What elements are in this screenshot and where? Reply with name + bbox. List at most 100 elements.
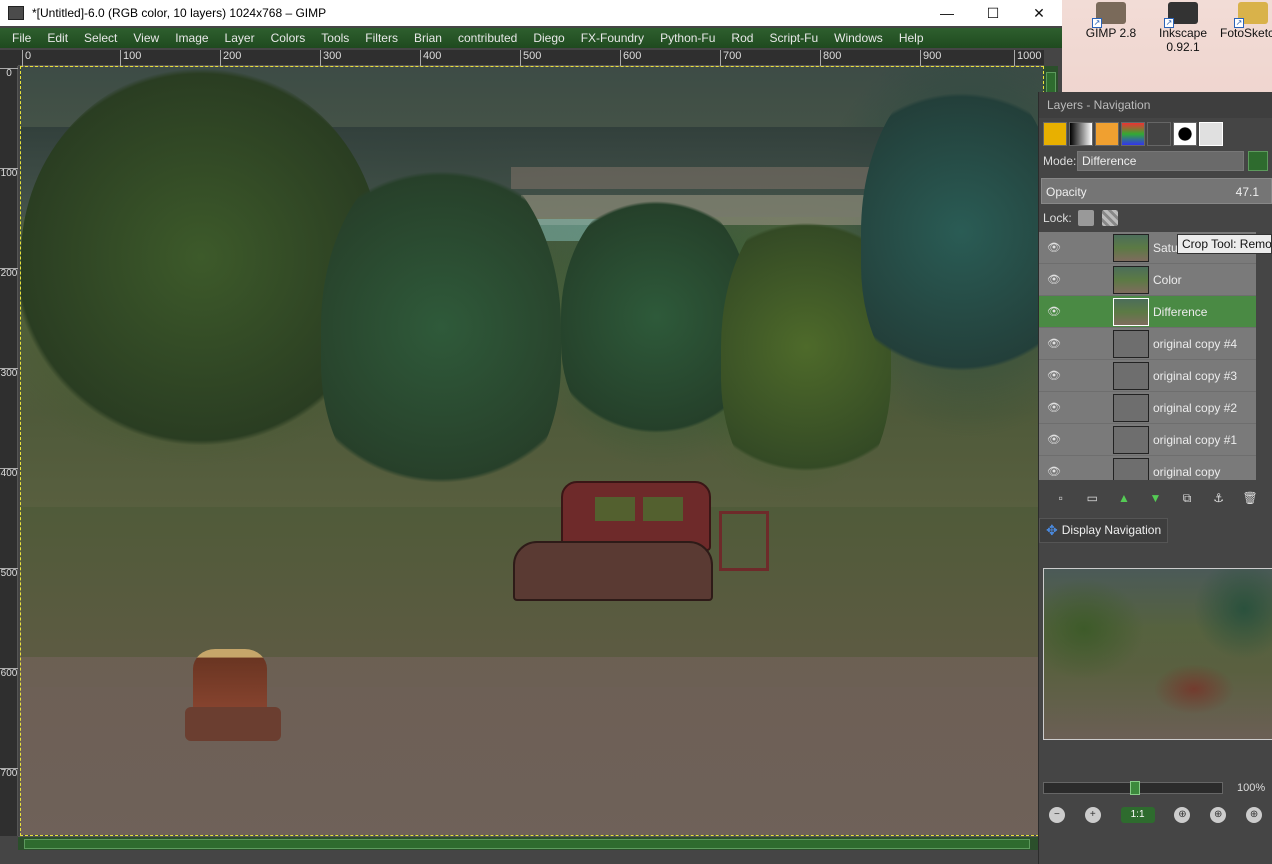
ruler-corner[interactable]	[0, 50, 18, 66]
menu-help[interactable]: Help	[891, 31, 932, 45]
ruler-tick: 400	[0, 468, 18, 479]
zoom-in-icon[interactable]: +	[1084, 807, 1101, 823]
minimize-button[interactable]: —	[924, 0, 970, 26]
layer-name: Difference	[1153, 304, 1208, 319]
mode-label: Mode:	[1043, 154, 1077, 168]
shrink-wrap-icon[interactable]: ⊕	[1246, 807, 1263, 823]
horizontal-ruler[interactable]: 0 100 200 300 400 500 600 700 800 900 10…	[18, 50, 1044, 66]
paths-tab-icon[interactable]	[1147, 122, 1171, 146]
visibility-eye-icon[interactable]: 👁	[1039, 305, 1069, 318]
menu-filters[interactable]: Filters	[357, 31, 406, 45]
menu-rod[interactable]: Rod	[723, 31, 761, 45]
menu-image[interactable]: Image	[167, 31, 216, 45]
ruler-tick: 300	[0, 368, 18, 379]
menu-view[interactable]: View	[125, 31, 167, 45]
close-button[interactable]: ✕	[1016, 0, 1062, 26]
menu-script-fu[interactable]: Script-Fu	[761, 31, 826, 45]
desktop-icon-fotosketcher[interactable]: ↗ FotoSketcher	[1220, 2, 1272, 40]
visibility-eye-icon[interactable]: 👁	[1039, 401, 1069, 414]
ruler-tick: 0	[22, 50, 31, 66]
scroll-thumb[interactable]	[24, 839, 1030, 849]
ruler-tick: 100	[0, 168, 18, 179]
image-canvas[interactable]	[20, 66, 1044, 836]
lower-layer-icon[interactable]: ▼	[1147, 491, 1163, 507]
ruler-tick: 500	[520, 50, 541, 66]
layers-list[interactable]: 👁 Saturation 👁 Color 👁 Difference 👁 orig…	[1039, 232, 1256, 480]
visibility-eye-icon[interactable]: 👁	[1039, 241, 1069, 254]
layer-row[interactable]: 👁 Color	[1039, 264, 1256, 296]
zoom-fit-image-icon[interactable]: ⊕	[1174, 807, 1191, 823]
mode-reset-icon[interactable]	[1248, 151, 1268, 171]
menu-python-fu[interactable]: Python-Fu	[652, 31, 723, 45]
desktop-icon-gimp[interactable]: ↗ GIMP 2.8	[1078, 2, 1144, 40]
ruler-tick: 1000	[1014, 50, 1041, 66]
visibility-eye-icon[interactable]: 👁	[1039, 433, 1069, 446]
zoom-1-1-icon[interactable]: 1:1	[1120, 807, 1155, 823]
menu-tools[interactable]: Tools	[313, 31, 357, 45]
layer-row[interactable]: 👁 original copy #3	[1039, 360, 1256, 392]
patterns-tab-icon[interactable]	[1095, 122, 1119, 146]
navigation-cross-icon: ✥	[1046, 521, 1058, 538]
layers-tab-icon[interactable]	[1199, 122, 1223, 146]
vertical-ruler[interactable]: 0 100 200 300 400 500 600 700	[0, 66, 18, 836]
layers-navigation-dock: Layers - Navigation Mode: Difference Opa…	[1038, 92, 1272, 864]
zoom-out-icon[interactable]: −	[1048, 807, 1065, 823]
horizontal-scrollbar[interactable]	[18, 836, 1044, 850]
ruler-tick: 600	[0, 668, 18, 679]
visibility-eye-icon[interactable]: 👁	[1039, 337, 1069, 350]
delete-layer-icon[interactable]: 🗑	[1242, 491, 1258, 507]
duplicate-layer-icon[interactable]: ⧉	[1179, 491, 1195, 507]
tree-right	[861, 67, 1043, 397]
layer-thumbnail	[1113, 297, 1149, 326]
zoom-slider[interactable]	[1043, 781, 1223, 795]
desktop-icon-label: Inkscape 0.92.1	[1158, 26, 1208, 54]
tab-display-navigation[interactable]: ✥ Display Navigation	[1039, 517, 1169, 543]
layer-thumbnail	[1113, 457, 1149, 480]
rusty-truck	[513, 481, 773, 611]
layer-row[interactable]: 👁 original copy	[1039, 456, 1256, 480]
zoom-fill-window-icon[interactable]: ⊕	[1210, 807, 1227, 823]
ruler-tick: 200	[220, 50, 241, 66]
menu-layer[interactable]: Layer	[217, 31, 263, 45]
menu-fx-foundry[interactable]: FX-Foundry	[573, 31, 652, 45]
layer-thumbnail	[1113, 329, 1149, 358]
status-bar	[0, 852, 1062, 864]
palettes-tab-icon[interactable]	[1121, 122, 1145, 146]
menu-file[interactable]: File	[4, 31, 39, 45]
opacity-slider[interactable]: Opacity 47.1	[1041, 178, 1272, 204]
desktop-icon-inkscape[interactable]: ↗ Inkscape 0.92.1	[1150, 2, 1216, 54]
lock-alpha-checker-icon[interactable]	[1101, 210, 1118, 226]
tree-stump	[193, 649, 267, 715]
layer-row[interactable]: 👁 original copy #1	[1039, 424, 1256, 456]
visibility-eye-icon[interactable]: 👁	[1039, 465, 1069, 478]
layer-row-selected[interactable]: 👁 Difference	[1039, 296, 1256, 328]
lock-pixels-brush-icon[interactable]	[1077, 210, 1094, 226]
brushes-tab-icon[interactable]	[1173, 122, 1197, 146]
maximize-button[interactable]: ☐	[970, 0, 1016, 26]
layer-thumbnail	[1113, 393, 1149, 422]
menu-diego[interactable]: Diego	[525, 31, 572, 45]
menu-select[interactable]: Select	[76, 31, 125, 45]
raise-layer-icon[interactable]: ▲	[1116, 491, 1132, 507]
ruler-tick: 500	[0, 568, 18, 579]
new-layer-icon[interactable]: ▫	[1053, 491, 1069, 507]
layer-row[interactable]: 👁 original copy #4	[1039, 328, 1256, 360]
menu-brian[interactable]: Brian	[406, 31, 450, 45]
menu-colors[interactable]: Colors	[263, 31, 314, 45]
window-title: *[Untitled]-6.0 (RGB color, 10 layers) 1…	[32, 6, 327, 20]
gradients-tab-icon[interactable]	[1069, 122, 1093, 146]
menu-contributed[interactable]: contributed	[450, 31, 525, 45]
visibility-eye-icon[interactable]: 👁	[1039, 369, 1069, 382]
undo-history-tab-icon[interactable]	[1043, 122, 1067, 146]
ruler-tick: 200	[0, 268, 18, 279]
navigation-preview[interactable]	[1043, 568, 1272, 740]
new-layer-group-icon[interactable]: ▭	[1084, 491, 1100, 507]
layer-thumbnail	[1113, 425, 1149, 454]
mode-select[interactable]: Difference	[1077, 151, 1244, 171]
layer-row[interactable]: 👁 original copy #2	[1039, 392, 1256, 424]
anchor-layer-icon[interactable]: ⚓	[1211, 491, 1227, 507]
menu-edit[interactable]: Edit	[39, 31, 76, 45]
visibility-eye-icon[interactable]: 👁	[1039, 273, 1069, 286]
menu-windows[interactable]: Windows	[826, 31, 891, 45]
zoom-slider-knob[interactable]	[1130, 781, 1140, 795]
